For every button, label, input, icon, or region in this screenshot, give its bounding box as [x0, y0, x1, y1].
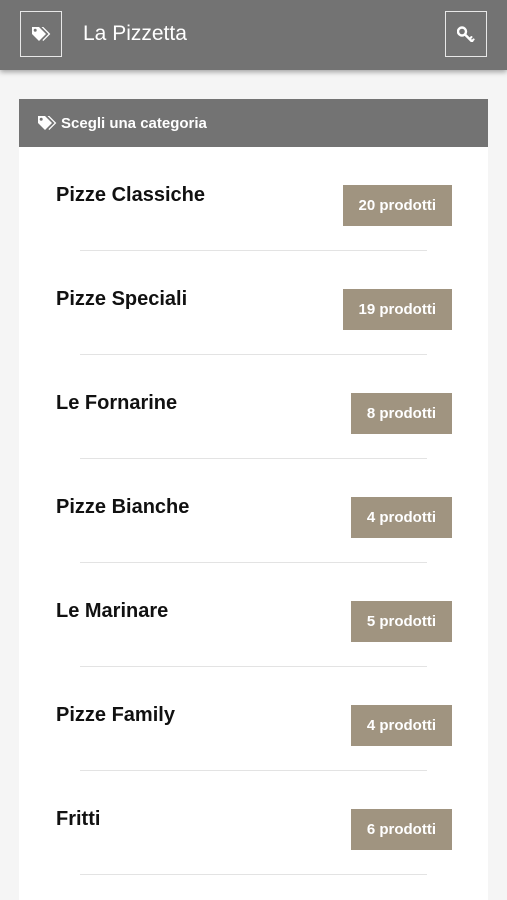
- category-item[interactable]: Le Marinare 5 prodotti: [19, 563, 488, 667]
- product-count-badge: 5 prodotti: [350, 601, 452, 642]
- tags-icon: [32, 27, 51, 41]
- category-name: Pizze Speciali: [56, 288, 188, 310]
- tags-icon: [38, 116, 57, 130]
- category-name: Pizze Classiche: [56, 184, 205, 206]
- panel-header: Scegli una categoria: [19, 99, 488, 147]
- category-name: Le Fornarine: [56, 392, 178, 414]
- product-count-badge: 8 prodotti: [350, 393, 452, 434]
- top-app-bar: La Pizzetta: [0, 0, 507, 70]
- product-count-badge: 6 prodotti: [350, 809, 452, 850]
- category-panel: Scegli una categoria Pizze Classiche 20 …: [19, 99, 488, 900]
- login-button[interactable]: [445, 11, 487, 57]
- category-item[interactable]: Pizze Bianche 4 prodotti: [19, 459, 488, 563]
- category-name: Pizze Family: [56, 704, 175, 726]
- category-item[interactable]: Le Fornarine 8 prodotti: [19, 355, 488, 459]
- app-screen: La Pizzetta Scegli una categoria Pizze C…: [0, 0, 507, 900]
- category-item[interactable]: Pizze Speciali 19 prodotti: [19, 251, 488, 355]
- category-name: Le Marinare: [56, 600, 169, 622]
- product-count-badge: 4 prodotti: [350, 705, 452, 746]
- product-count-badge: 19 prodotti: [342, 289, 452, 330]
- key-icon: [457, 26, 475, 42]
- category-name: Fritti: [56, 808, 101, 830]
- divider: [80, 874, 427, 875]
- category-item[interactable]: Fritti 6 prodotti: [19, 771, 488, 875]
- panel-header-label: Scegli una categoria: [61, 114, 207, 132]
- product-count-badge: 20 prodotti: [342, 185, 452, 226]
- category-item[interactable]: Pizze Family 4 prodotti: [19, 667, 488, 771]
- category-list: Pizze Classiche 20 prodotti Pizze Specia…: [19, 147, 488, 875]
- tags-button[interactable]: [20, 11, 62, 57]
- category-name: Pizze Bianche: [56, 496, 190, 518]
- product-count-badge: 4 prodotti: [350, 497, 452, 538]
- category-item[interactable]: Pizze Classiche 20 prodotti: [19, 147, 488, 251]
- app-title: La Pizzetta: [83, 22, 187, 45]
